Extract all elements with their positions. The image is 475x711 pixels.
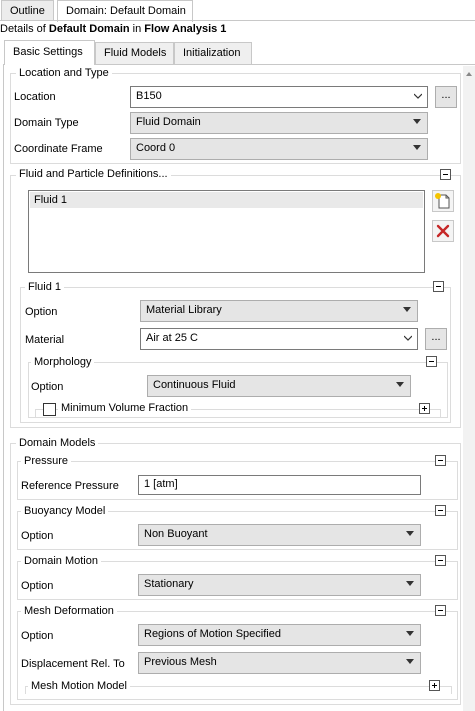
buoyancy-title: Buoyancy Model bbox=[21, 505, 109, 518]
scroll-up-arrow-icon[interactable] bbox=[466, 72, 472, 76]
buoyancy-option-value: Non Buoyant bbox=[144, 528, 208, 540]
collapse-icon[interactable] bbox=[433, 281, 444, 292]
collapse-icon[interactable] bbox=[440, 169, 451, 180]
dropdown-arrow-icon bbox=[396, 382, 404, 387]
delete-item-button[interactable] bbox=[432, 220, 454, 242]
mesh-motion-model-label: Mesh Motion Model bbox=[28, 680, 130, 693]
domain-type-value: Fluid Domain bbox=[136, 116, 201, 128]
tab-domain-default-domain[interactable]: Domain: Default Domain bbox=[57, 0, 193, 22]
morphology-option-value: Continuous Fluid bbox=[153, 379, 236, 391]
tab-fluid-models-label: Fluid Models bbox=[104, 47, 167, 59]
material-value: Air at 25 C bbox=[146, 332, 198, 344]
fluid1-title: Fluid 1 bbox=[25, 281, 65, 294]
mesh-option-label: Option bbox=[21, 630, 54, 642]
fluid-particle-definitions-title: Fluid and Particle Definitions... bbox=[16, 168, 171, 181]
expand-icon[interactable] bbox=[429, 680, 440, 691]
new-item-button[interactable] bbox=[432, 190, 454, 212]
list-item-label: Fluid 1 bbox=[34, 194, 68, 206]
collapse-icon[interactable] bbox=[435, 555, 446, 566]
dropdown-arrow-icon bbox=[413, 119, 421, 124]
domain-type-label: Domain Type bbox=[14, 117, 79, 129]
collapse-icon[interactable] bbox=[426, 356, 437, 367]
tab-basic-settings[interactable]: Basic Settings bbox=[4, 40, 95, 65]
tab-initialization[interactable]: Initialization bbox=[174, 42, 252, 64]
location-combo[interactable]: B150 bbox=[130, 86, 428, 108]
chevron-down-icon bbox=[414, 93, 422, 99]
details-analysis: Flow Analysis 1 bbox=[144, 23, 227, 35]
delete-x-icon bbox=[436, 224, 450, 238]
details-object: Default Domain bbox=[48, 23, 130, 35]
buoyancy-option-select[interactable]: Non Buoyant bbox=[138, 524, 421, 546]
details-prefix: Details of bbox=[0, 23, 49, 35]
expand-icon[interactable] bbox=[419, 403, 430, 414]
tab-fluid-models[interactable]: Fluid Models bbox=[95, 42, 174, 64]
tab-domain-label: Domain: Default Domain bbox=[66, 5, 186, 17]
mesh-deformation-title: Mesh Deformation bbox=[21, 605, 117, 618]
fluid1-option-label: Option bbox=[25, 306, 58, 318]
location-and-type-title: Location and Type bbox=[16, 67, 112, 80]
buoyancy-option-label: Option bbox=[21, 530, 54, 542]
collapse-icon[interactable] bbox=[435, 455, 446, 466]
tab-divider bbox=[0, 20, 475, 21]
dropdown-arrow-icon bbox=[406, 659, 414, 664]
tab-initialization-label: Initialization bbox=[183, 47, 241, 59]
material-browse-button[interactable]: ... bbox=[425, 328, 447, 350]
tab-outline-label: Outline bbox=[10, 5, 45, 17]
dropdown-arrow-icon bbox=[406, 531, 414, 536]
collapse-icon[interactable] bbox=[435, 605, 446, 616]
morphology-option-select[interactable]: Continuous Fluid bbox=[147, 375, 411, 397]
mesh-option-select[interactable]: Regions of Motion Specified bbox=[138, 624, 421, 646]
fluid1-option-select[interactable]: Material Library bbox=[140, 300, 418, 322]
location-browse-label: ... bbox=[441, 89, 451, 101]
location-label: Location bbox=[14, 91, 56, 103]
tab-outline[interactable]: Outline bbox=[1, 0, 54, 21]
material-browse-label: ... bbox=[431, 331, 441, 343]
tab-basic-settings-label: Basic Settings bbox=[13, 46, 83, 58]
domain-models-title: Domain Models bbox=[16, 437, 99, 450]
dropdown-arrow-icon bbox=[413, 145, 421, 150]
mesh-option-value: Regions of Motion Specified bbox=[144, 628, 281, 640]
displacement-rel-label: Displacement Rel. To bbox=[21, 658, 125, 670]
min-volume-fraction-label: Minimum Volume Fraction bbox=[58, 402, 192, 415]
vertical-scrollbar[interactable] bbox=[463, 66, 475, 711]
coordinate-frame-select[interactable]: Coord 0 bbox=[130, 138, 428, 160]
dropdown-arrow-icon bbox=[406, 581, 414, 586]
chevron-down-icon bbox=[404, 335, 412, 341]
fluid-list[interactable]: Fluid 1 bbox=[28, 190, 425, 273]
reference-pressure-value: 1 [atm] bbox=[144, 478, 178, 490]
details-middle: in bbox=[129, 23, 145, 35]
list-item[interactable]: Fluid 1 bbox=[30, 192, 423, 208]
reference-pressure-label: Reference Pressure bbox=[21, 480, 119, 492]
domain-motion-option-value: Stationary bbox=[144, 578, 194, 590]
displacement-rel-value: Previous Mesh bbox=[144, 656, 217, 668]
location-browse-button[interactable]: ... bbox=[435, 86, 457, 108]
min-volume-fraction-checkbox[interactable] bbox=[43, 403, 56, 416]
pressure-title: Pressure bbox=[21, 455, 72, 468]
domain-motion-option-label: Option bbox=[21, 580, 54, 592]
domain-type-select[interactable]: Fluid Domain bbox=[130, 112, 428, 134]
material-label: Material bbox=[25, 334, 65, 346]
fluid1-option-value: Material Library bbox=[146, 304, 222, 316]
morphology-option-label: Option bbox=[31, 381, 64, 393]
coordinate-frame-value: Coord 0 bbox=[136, 142, 176, 154]
coordinate-frame-label: Coordinate Frame bbox=[14, 143, 103, 155]
collapse-icon[interactable] bbox=[435, 505, 446, 516]
new-document-icon bbox=[435, 193, 450, 209]
dropdown-arrow-icon bbox=[403, 307, 411, 312]
details-header: Details of Default Domain in Flow Analys… bbox=[0, 23, 226, 35]
displacement-rel-select[interactable]: Previous Mesh bbox=[138, 652, 421, 674]
material-combo[interactable]: Air at 25 C bbox=[140, 328, 418, 350]
domain-motion-option-select[interactable]: Stationary bbox=[138, 574, 421, 596]
dropdown-arrow-icon bbox=[406, 631, 414, 636]
reference-pressure-input[interactable]: 1 [atm] bbox=[138, 475, 421, 495]
morphology-title: Morphology bbox=[31, 356, 95, 369]
location-value: B150 bbox=[136, 90, 162, 102]
domain-motion-title: Domain Motion bbox=[21, 555, 101, 568]
